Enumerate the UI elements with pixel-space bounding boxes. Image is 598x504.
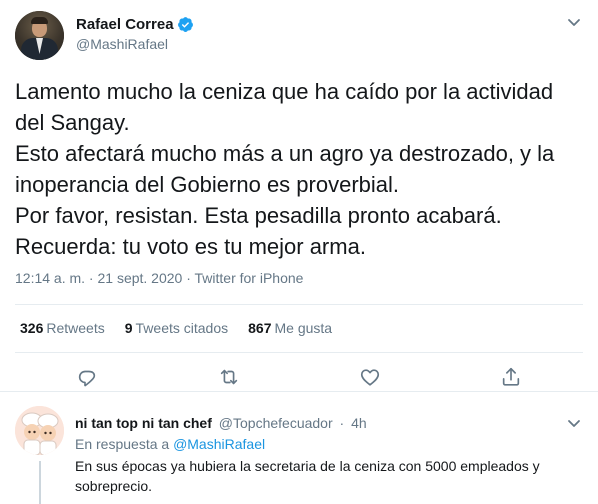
in-reply-to-label: En respuesta a [75, 436, 170, 452]
in-reply-to: En respuesta a @MashiRafael [75, 436, 265, 452]
in-reply-to-mention[interactable]: @MashiRafael [173, 436, 265, 452]
reply-author-name[interactable]: ni tan top ni tan chef [75, 415, 212, 431]
reply-separator: · [339, 415, 345, 431]
share-icon[interactable] [500, 366, 524, 390]
author-avatar[interactable] [15, 11, 64, 60]
divider [15, 352, 583, 353]
divider [15, 304, 583, 305]
author-display-name[interactable]: Rafael Correa [76, 16, 174, 33]
main-tweet: Rafael Correa @MashiRafael Lamento mucho… [0, 0, 598, 392]
reply-time[interactable]: 4h [351, 415, 367, 431]
author-name-row[interactable]: Rafael Correa [76, 14, 194, 34]
reply-author-handle[interactable]: @Topchefecuador [219, 415, 333, 431]
retweet-icon[interactable] [218, 366, 242, 390]
tweet-stats: 326 Retweets 9 Tweets citados 867 Me gusta [20, 320, 352, 336]
tweet-text-line: Lamento mucho la ceniza que ha caído por… [15, 79, 554, 104]
likes-count: 867 [248, 320, 272, 336]
tweet-text-line: Recuerda: tu voto es tu mejor arma. [15, 234, 366, 259]
quotes-stat[interactable]: 9 Tweets citados [125, 320, 228, 336]
author-handle[interactable]: @MashiRafael [76, 36, 168, 52]
reply-author-avatar[interactable] [15, 406, 64, 455]
thread-line [39, 461, 41, 504]
reply-header: ni tan top ni tan chef @Topchefecuador ·… [75, 415, 367, 431]
reply-tweet[interactable]: ni tan top ni tan chef @Topchefecuador ·… [0, 393, 598, 504]
chevron-down-icon[interactable] [566, 415, 582, 431]
likes-label: Me gusta [274, 320, 333, 336]
tweet-text: Lamento mucho la ceniza que ha caído por… [15, 76, 585, 262]
verified-badge-icon [177, 16, 194, 33]
reply-text: En sus épocas ya hubiera la secretaria d… [75, 458, 540, 494]
tweet-text-line: del Sangay. [15, 110, 130, 135]
likes-stat[interactable]: 867 Me gusta [248, 320, 332, 336]
quotes-label: Tweets citados [135, 320, 229, 336]
chevron-down-icon[interactable] [566, 14, 582, 30]
tweet-text-line: Esto afectará mucho más a un agro ya des… [15, 141, 555, 166]
retweets-stat[interactable]: 326 Retweets [20, 320, 105, 336]
tweet-text-line: inoperancia del Gobierno es proverbial. [15, 172, 400, 197]
retweets-label: Retweets [46, 320, 105, 336]
like-icon[interactable] [359, 366, 383, 390]
tweet-timestamp-source[interactable]: 12:14 a. m. · 21 sept. 2020 · Twitter fo… [15, 270, 303, 286]
reply-icon[interactable] [76, 366, 100, 390]
tweet-text-line: Por favor, resistan. Esta pesadilla pron… [15, 203, 502, 228]
retweets-count: 326 [20, 320, 44, 336]
tweet-actions [0, 366, 598, 392]
quotes-count: 9 [124, 320, 133, 336]
